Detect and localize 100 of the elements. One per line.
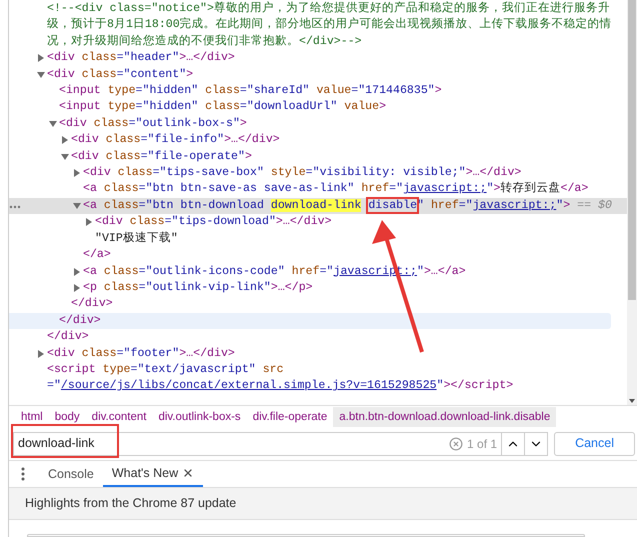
code-token: class xyxy=(102,280,139,294)
code-token: ="hidden" xyxy=(136,84,198,98)
code-token: </a> xyxy=(560,182,588,196)
collapse-triangle-icon[interactable] xyxy=(73,202,81,210)
code-token: ="header" xyxy=(116,51,180,64)
url-link[interactable]: /source/js/libs/concat/external.simple.js?v=1615298525 xyxy=(60,379,437,392)
scroll-down-icon[interactable] xyxy=(627,397,637,405)
code-token: <div xyxy=(95,215,123,228)
clear-icon[interactable] xyxy=(449,436,464,450)
code-token: type xyxy=(106,100,136,114)
search-field[interactable]: download-link 1 of 1 xyxy=(13,432,548,456)
expand-triangle-icon[interactable] xyxy=(37,54,45,62)
code-token: ="visibility: visible;" xyxy=(306,166,466,180)
more-icon[interactable] xyxy=(9,204,21,209)
code-token: <div xyxy=(47,51,75,64)
panel-heading: Highlights from the Chrome 87 update xyxy=(25,495,236,512)
closing-tag-row[interactable]: </div> xyxy=(9,312,611,330)
closing-tag-row[interactable]: </a> xyxy=(9,247,627,264)
dom-node-row[interactable]: <div class="file-info">…</div> xyxy=(9,132,627,149)
code-token: <div xyxy=(47,346,75,360)
collapse-triangle-icon[interactable] xyxy=(37,70,45,79)
breadcrumb-item[interactable]: div.file-operate xyxy=(246,407,334,427)
expand-triangle-icon[interactable] xyxy=(37,350,45,358)
code-token: href xyxy=(290,264,320,278)
code-token: <p xyxy=(83,280,97,294)
dom-node-row[interactable]: <a class="btn btn-save-as save-as-link" href="javascript:;">转存到云盘</a> xyxy=(9,181,627,198)
code-token: <div xyxy=(59,116,87,130)
dom-node-row[interactable]: <div class="content"> xyxy=(9,66,627,84)
url-link[interactable]: javascript:; xyxy=(403,182,487,196)
code-token: >…</div> xyxy=(224,133,280,146)
expand-triangle-icon[interactable] xyxy=(73,169,81,178)
scrollbar[interactable] xyxy=(627,0,637,405)
code-token: " xyxy=(556,198,564,212)
code-token: class xyxy=(80,346,117,360)
code-token: ="hidden" xyxy=(136,100,198,114)
search-match: download-link xyxy=(270,198,362,212)
code-token: > xyxy=(244,150,252,163)
code-token: style xyxy=(270,166,306,180)
collapse-triangle-icon[interactable] xyxy=(61,152,69,161)
code-token: class xyxy=(128,215,165,228)
code-token: <div xyxy=(71,133,99,146)
expand-triangle-icon[interactable] xyxy=(85,218,93,226)
dom-node-row[interactable]: <div class="header">…</div> xyxy=(9,50,627,67)
breadcrumb-item[interactable]: body xyxy=(48,407,86,427)
dom-node-row[interactable]: <input type="hidden" class="downloadUrl" value> xyxy=(9,99,627,116)
breadcrumb-item[interactable]: div.content xyxy=(86,407,152,427)
breadcrumb-item[interactable]: html xyxy=(15,407,49,427)
code-token: type xyxy=(102,362,130,376)
code-token: >…</a> xyxy=(424,264,466,278)
expand-triangle-icon[interactable] xyxy=(73,268,81,276)
closing-tag-row[interactable]: </div> xyxy=(9,296,627,313)
code-token: class xyxy=(102,198,139,212)
code-token: <div xyxy=(47,68,75,81)
code-token: <input xyxy=(59,84,101,98)
code-token: <input xyxy=(59,100,101,114)
search-input[interactable]: download-link xyxy=(18,434,446,453)
node-text: "VIP极速下载" xyxy=(95,230,178,247)
breadcrumb-item[interactable]: a.btn.btn-download.download-link.disable xyxy=(333,407,556,427)
dom-node-row[interactable]: <p class="outlink-vip-link">…</p> xyxy=(9,280,627,296)
annotated-class-name: disable xyxy=(368,198,418,212)
code-token: class xyxy=(204,84,240,98)
url-link[interactable]: javascript:; xyxy=(472,198,556,212)
dom-node-row[interactable]: <div class="tips-download">…</div> xyxy=(9,214,627,231)
closing-tag-row[interactable]: </div> xyxy=(9,329,627,346)
code-token: class xyxy=(80,51,117,64)
code-token: ="file-operate" xyxy=(140,150,245,163)
collapse-triangle-icon[interactable] xyxy=(49,120,57,128)
code-token: class xyxy=(102,182,139,196)
dom-node-row[interactable]: <div class="outlink-box-s"> xyxy=(9,116,627,132)
code-token: ="171446835" xyxy=(351,84,435,98)
code-token: ="text/javascript" xyxy=(130,362,256,376)
dom-node-row[interactable]: <div class="tips-save-box" style="visibility: visible;">…</div> xyxy=(9,165,627,182)
drawer-tab[interactable]: Console xyxy=(39,461,103,487)
code-token: >…</div> xyxy=(179,346,235,360)
close-icon[interactable] xyxy=(182,467,194,479)
code-token: == $0 xyxy=(576,198,612,212)
code-token: class xyxy=(92,116,129,130)
code-token: <div xyxy=(83,166,111,180)
code-token: > xyxy=(563,198,570,212)
more-vertical-icon[interactable] xyxy=(21,467,25,481)
code-token: <a xyxy=(83,264,97,278)
code-token: ="tips-save-box" xyxy=(152,166,264,180)
code-token: > xyxy=(379,100,386,114)
dom-node-row[interactable]: <input type="hidden" class="shareId" value="171446835"> xyxy=(9,83,627,100)
code-token: > xyxy=(186,68,194,81)
code-token: ="btn btn-download xyxy=(138,198,265,212)
code-token: 转存到云盘 xyxy=(500,182,561,196)
dom-node-row[interactable]: <div class="footer">…</div> xyxy=(9,346,627,362)
code-token: =" xyxy=(458,198,473,212)
code-token: " xyxy=(436,379,444,392)
code-token: class xyxy=(204,100,240,114)
dom-node-row[interactable]: <div class="file-operate"> xyxy=(9,148,627,166)
cancel-button[interactable]: Cancel xyxy=(554,432,635,456)
expand-triangle-icon[interactable] xyxy=(61,136,69,144)
dom-node-row[interactable]: <script type="text/javascript" src ="/source/js/libs/concat/external.simple.js?v=1615298525"></script> xyxy=(9,362,627,395)
expand-triangle-icon[interactable] xyxy=(73,284,81,292)
closing-tag: </div> xyxy=(47,329,89,346)
closing-tag: </div> xyxy=(59,312,101,330)
breadcrumb-item[interactable]: div.outlink-box-s xyxy=(152,407,247,427)
code-token: href xyxy=(360,182,390,196)
